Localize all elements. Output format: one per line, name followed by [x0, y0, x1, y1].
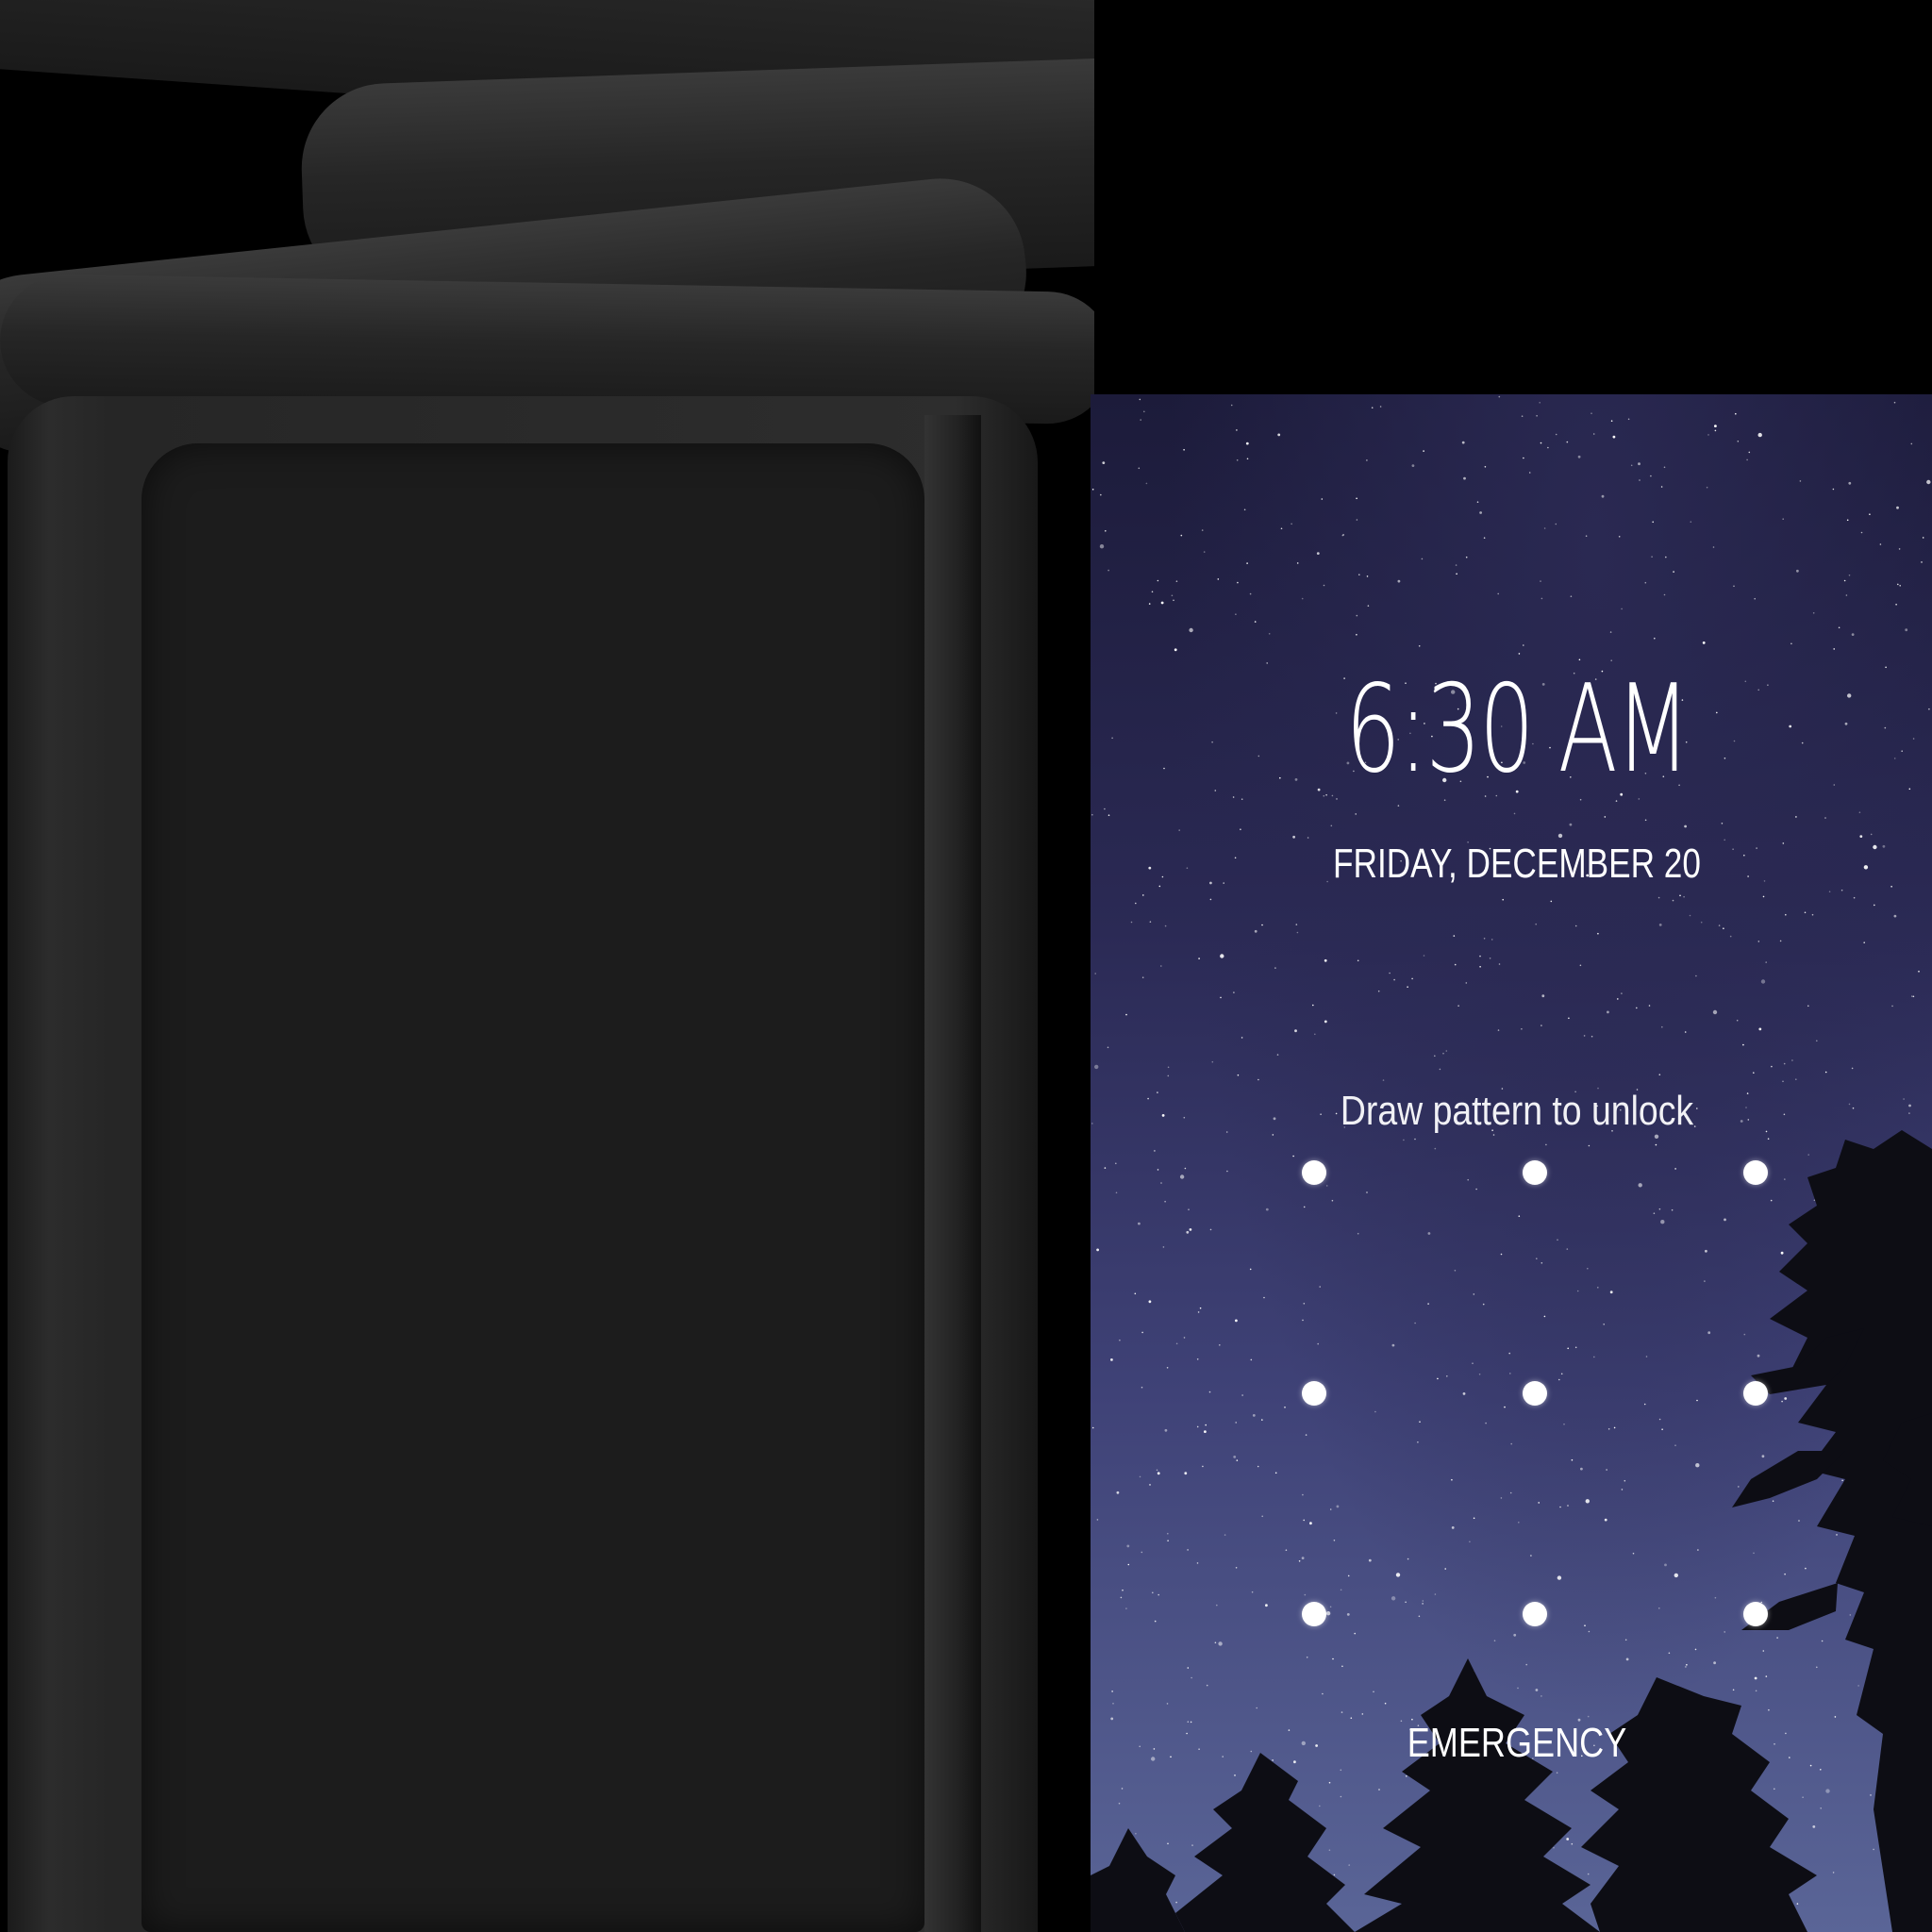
pattern-dot-9[interactable] — [1743, 1602, 1768, 1626]
pattern-dot-4[interactable] — [1302, 1381, 1326, 1406]
unlock-pattern-grid[interactable] — [1302, 1160, 1768, 1626]
lock-clock: 6:30 AM — [1345, 659, 1690, 800]
unlock-hint: Draw pattern to unlock — [1340, 1088, 1694, 1134]
phone-screen-off — [142, 443, 924, 1932]
pattern-dot-7[interactable] — [1302, 1602, 1326, 1626]
lock-date: FRIDAY, DECEMBER 20 — [1333, 841, 1701, 887]
pattern-dot-2[interactable] — [1523, 1160, 1547, 1185]
scene: 6:30 AM FRIDAY, DECEMBER 20 Draw pattern… — [0, 0, 1932, 1932]
pattern-dot-3[interactable] — [1743, 1160, 1768, 1185]
emergency-call-button[interactable]: EMERGENCY — [1172, 1720, 1861, 1767]
pattern-dot-5[interactable] — [1523, 1381, 1547, 1406]
lock-screen[interactable]: 6:30 AM FRIDAY, DECEMBER 20 Draw pattern… — [1091, 394, 1932, 1932]
pattern-dot-1[interactable] — [1302, 1160, 1326, 1185]
left-phone-mockup — [0, 0, 1094, 1932]
pattern-dot-6[interactable] — [1743, 1381, 1768, 1406]
phone-edge — [924, 415, 981, 1932]
pattern-dot-8[interactable] — [1523, 1602, 1547, 1626]
